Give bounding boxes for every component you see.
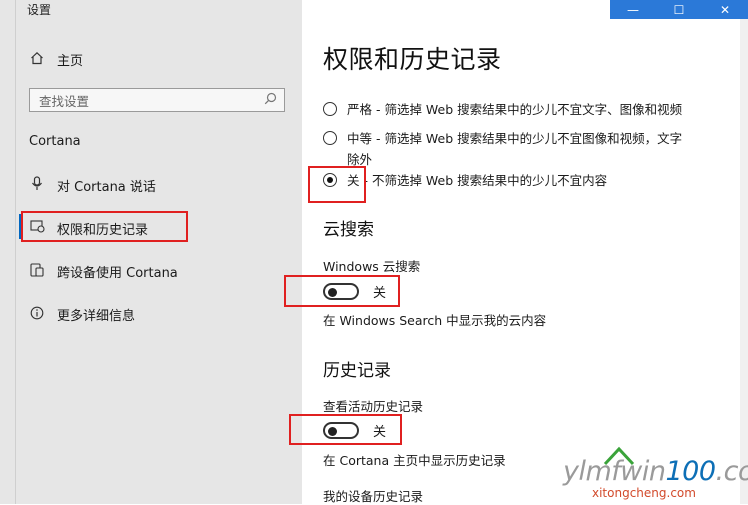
radio-off[interactable]: 关 - 不筛选掉 Web 搜索结果中的少儿不宜内容 [323, 170, 733, 192]
window-title: 设置 [27, 3, 52, 17]
search-icon [264, 92, 277, 109]
settings-sidebar [0, 0, 302, 504]
radio-strict-label: 严格 - 筛选掉 Web 搜索结果中的少儿不宜文字、图像和视频 [347, 102, 683, 117]
nav-more-info[interactable]: 更多详细信息 [29, 305, 135, 324]
radio-strict[interactable]: 严格 - 筛选掉 Web 搜索结果中的少儿不宜文字、图像和视频 [323, 99, 733, 121]
search-placeholder: 查找设置 [39, 93, 90, 109]
nav-home[interactable]: 主页 [29, 50, 83, 69]
nav-home-label: 主页 [57, 54, 84, 69]
highlight-box-nav [21, 211, 188, 242]
nav-cross-device[interactable]: 跨设备使用 Cortana [29, 262, 178, 281]
cloud-search-heading: 云搜索 [323, 220, 374, 240]
nav-talk-label: 对 Cortana 说话 [57, 180, 156, 195]
device-history-label: 我的设备历史记录 [323, 489, 424, 504]
watermark-suffix: .com [715, 456, 748, 487]
radio-button[interactable] [323, 131, 337, 145]
page-title: 权限和历史记录 [323, 45, 502, 74]
window-controls: — ☐ ✕ [610, 0, 748, 19]
radio-moderate-label: 中等 - 筛选掉 Web 搜索结果中的少儿不宜图像和视频，文字 [347, 131, 683, 146]
nav-talk-to-cortana[interactable]: 对 Cortana 说话 [29, 176, 156, 195]
scrollbar[interactable] [740, 19, 748, 504]
watermark-accent: 100 [665, 456, 716, 487]
history-label: 查看活动历史记录 [323, 399, 424, 414]
history-heading: 历史记录 [323, 361, 391, 381]
microphone-icon [29, 176, 45, 195]
nav-cross-device-label: 跨设备使用 Cortana [57, 266, 178, 281]
sidebar-edge [15, 0, 16, 504]
watermark-prefix: ylmfwin [563, 456, 666, 487]
highlight-box-history-toggle [289, 414, 402, 445]
highlight-box-cloud-toggle [284, 275, 400, 307]
nav-more-info-label: 更多详细信息 [57, 309, 136, 324]
watermark-logo-text: ylmfwin100.com [563, 456, 748, 487]
close-button[interactable]: ✕ [702, 0, 748, 19]
home-icon [29, 51, 45, 69]
radio-off-label: 关 - 不筛选掉 Web 搜索结果中的少儿不宜内容 [347, 173, 608, 188]
radio-moderate[interactable]: 中等 - 筛选掉 Web 搜索结果中的少儿不宜图像和视频，文字 [323, 128, 733, 150]
devices-icon [29, 262, 45, 281]
radio-button[interactable] [323, 102, 337, 116]
search-input[interactable]: 查找设置 [29, 88, 285, 112]
maximize-button[interactable]: ☐ [656, 0, 702, 19]
watermark-url: xitongcheng.com [592, 486, 696, 500]
minimize-button[interactable]: — [610, 0, 656, 19]
cloud-search-description: 在 Windows Search 中显示我的云内容 [323, 313, 547, 328]
info-icon [29, 306, 45, 324]
cloud-search-label: Windows 云搜索 [323, 259, 421, 274]
history-description: 在 Cortana 主页中显示历史记录 [323, 453, 506, 468]
highlight-box-radio [308, 166, 366, 203]
sidebar-section-cortana: Cortana [29, 134, 81, 149]
